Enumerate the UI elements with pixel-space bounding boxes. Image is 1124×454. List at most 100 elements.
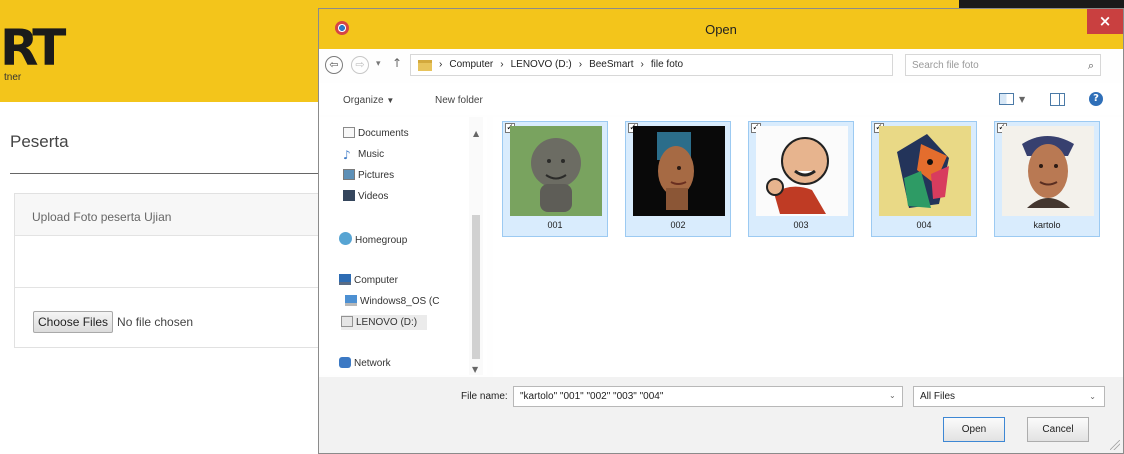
- file-tile-003[interactable]: ✓ 003: [748, 121, 854, 237]
- no-file-chosen-text: No file chosen: [117, 315, 194, 329]
- close-button[interactable]: ×: [1087, 9, 1123, 34]
- network-icon: [339, 357, 351, 368]
- nav-item-music[interactable]: ♪ Music: [343, 148, 385, 162]
- videos-icon: [343, 190, 355, 201]
- file-thumbnail-003: [756, 126, 848, 216]
- nav-item-label: Network: [354, 358, 391, 369]
- file-list: ✓ 001 ✓ 002 ✓ 003 ✓ 004 ✓ kartolo: [493, 117, 1123, 377]
- dialog-title: Open: [705, 22, 737, 37]
- open-button[interactable]: Open: [943, 417, 1005, 442]
- view-options-icon[interactable]: [999, 93, 1014, 105]
- file-thumbnail-004: [879, 126, 971, 216]
- address-row: ⇦ ⇨ ▾ ↑ › Computer › LENOVO (D:) › BeeSmart › f…: [319, 51, 1123, 81]
- file-tile-002[interactable]: ✓ 002: [625, 121, 731, 237]
- organize-label: Organize: [343, 95, 384, 106]
- documents-icon: [343, 127, 355, 138]
- breadcrumb: › Computer › LENOVO (D:) › BeeSmart › file foto: [439, 59, 690, 70]
- file-tile-kartolo[interactable]: ✓ kartolo: [994, 121, 1100, 237]
- breadcrumb-separator: ›: [578, 59, 583, 70]
- nav-item-label: Windows8_OS (C: [360, 296, 440, 307]
- file-thumbnail-001: [510, 126, 602, 216]
- drive-icon: [341, 316, 353, 327]
- breadcrumb-separator: ›: [640, 59, 644, 70]
- nav-item-lenovo-drive[interactable]: LENOVO (D:): [341, 315, 428, 330]
- back-icon[interactable]: ⇦: [325, 56, 343, 74]
- pictures-icon: [343, 169, 355, 180]
- windows-drive-icon: [345, 295, 357, 306]
- file-type-select[interactable]: All Files ⌄: [913, 386, 1105, 407]
- address-bar[interactable]: › Computer › LENOVO (D:) › BeeSmart › file foto…: [410, 54, 984, 76]
- upload-panel-heading: Upload Foto peserta Ujian: [15, 194, 319, 236]
- file-thumbnail-kartolo: [1002, 126, 1094, 216]
- nav-item-pictures[interactable]: Pictures: [343, 169, 394, 181]
- help-icon[interactable]: ?: [1089, 92, 1103, 106]
- nav-item-windows-drive[interactable]: Windows8_OS (C: [345, 295, 439, 307]
- breadcrumb-lenovo[interactable]: LENOVO (D:): [511, 59, 572, 70]
- breadcrumb-computer[interactable]: Computer: [449, 59, 493, 70]
- upload-panel-footer: Choose Files No file chosen: [15, 288, 319, 333]
- file-name-001: 001: [547, 220, 563, 230]
- file-tile-004[interactable]: ✓ 004: [871, 121, 977, 237]
- dialog-toolbar: Organize ▼ New folder ▼ ?: [319, 83, 1123, 115]
- title-divider: [10, 173, 320, 174]
- file-name-002: 002: [670, 220, 686, 230]
- file-name-kartolo: kartolo: [1033, 220, 1061, 230]
- search-icon[interactable]: ⌕: [1088, 59, 1094, 73]
- nav-item-computer[interactable]: Computer: [339, 274, 398, 286]
- nav-item-label: Pictures: [358, 170, 395, 181]
- music-icon: ♪: [343, 148, 351, 162]
- nav-item-label: LENOVO (D:): [356, 317, 418, 328]
- scrollbar-thumb[interactable]: [472, 215, 480, 359]
- file-name-004: 004: [916, 220, 932, 230]
- open-file-dialog[interactable]: Open × ⇦ ⇨ ▾ ↑ › Computer › LENOVO (D:) › Bee…: [318, 8, 1124, 454]
- forward-icon[interactable]: ⇨: [351, 56, 369, 74]
- file-thumbnail-002: [633, 126, 725, 216]
- breadcrumb-separator: ›: [500, 59, 504, 70]
- breadcrumb-file-foto[interactable]: file foto: [651, 59, 683, 70]
- preview-pane-icon[interactable]: [1050, 93, 1065, 106]
- nav-item-label: Videos: [358, 191, 389, 202]
- breadcrumb-separator: ›: [439, 59, 443, 70]
- view-chevron-down-icon[interactable]: ▼: [1019, 95, 1025, 104]
- dialog-titlebar[interactable]: Open ×: [319, 9, 1123, 49]
- nav-item-homegroup[interactable]: Homegroup: [339, 232, 407, 246]
- file-name-input[interactable]: "kartolo" "001" "002" "003" "004": [513, 386, 903, 407]
- file-name-003: 003: [793, 220, 809, 230]
- page-title: Peserta: [10, 132, 69, 151]
- nav-item-label: Homegroup: [355, 235, 408, 246]
- file-type-chevron-down-icon: ⌄: [1089, 392, 1096, 401]
- site-logo-mark: RT: [0, 19, 66, 77]
- nav-item-label: Computer: [354, 275, 398, 286]
- scroll-up-icon[interactable]: ▲: [473, 129, 479, 138]
- computer-icon: [339, 274, 351, 285]
- up-folder-icon[interactable]: ↑: [392, 56, 402, 70]
- folder-icon: [418, 60, 432, 71]
- nav-item-videos[interactable]: Videos: [343, 190, 388, 202]
- file-tile-001[interactable]: ✓ 001: [502, 121, 608, 237]
- nav-item-network[interactable]: Network: [339, 357, 391, 369]
- scroll-down-icon[interactable]: ▼: [472, 365, 478, 374]
- choose-files-button[interactable]: Choose Files: [33, 311, 114, 333]
- search-placeholder: Search file foto: [912, 60, 979, 71]
- search-input[interactable]: Search file foto ⌕: [905, 54, 1101, 76]
- file-name-chevron-down-icon[interactable]: ⌄: [889, 391, 896, 400]
- screen: RT tner Peserta Upload Foto peserta Ujia…: [0, 0, 1124, 454]
- navigation-pane: Documents ♪ Music Pictures Videos Homegro…: [319, 117, 487, 375]
- upload-photo-panel: Upload Foto peserta Ujian Choose Files No…: [14, 193, 320, 348]
- site-logo-subtitle: tner: [4, 72, 22, 83]
- file-name-label: File name:: [461, 391, 508, 402]
- file-type-value: All Files: [920, 391, 956, 402]
- resize-grip[interactable]: [1110, 440, 1120, 450]
- cancel-button[interactable]: Cancel: [1027, 417, 1089, 442]
- breadcrumb-beesmart[interactable]: BeeSmart: [589, 59, 633, 70]
- recent-locations-chevron-down-icon[interactable]: ▾: [376, 59, 381, 69]
- homegroup-icon: [339, 232, 352, 245]
- nav-item-documents[interactable]: Documents: [343, 127, 409, 139]
- organize-button[interactable]: Organize ▼: [343, 95, 394, 106]
- nav-item-label: Documents: [358, 128, 409, 139]
- new-folder-button[interactable]: New folder: [435, 95, 483, 106]
- organize-chevron-down-icon: ▼: [386, 96, 395, 105]
- dialog-bottom-bar: File name: "kartolo" "001" "002" "003" "…: [319, 377, 1123, 453]
- site-logo[interactable]: RT tner: [0, 22, 66, 88]
- nav-item-label: Music: [358, 149, 385, 160]
